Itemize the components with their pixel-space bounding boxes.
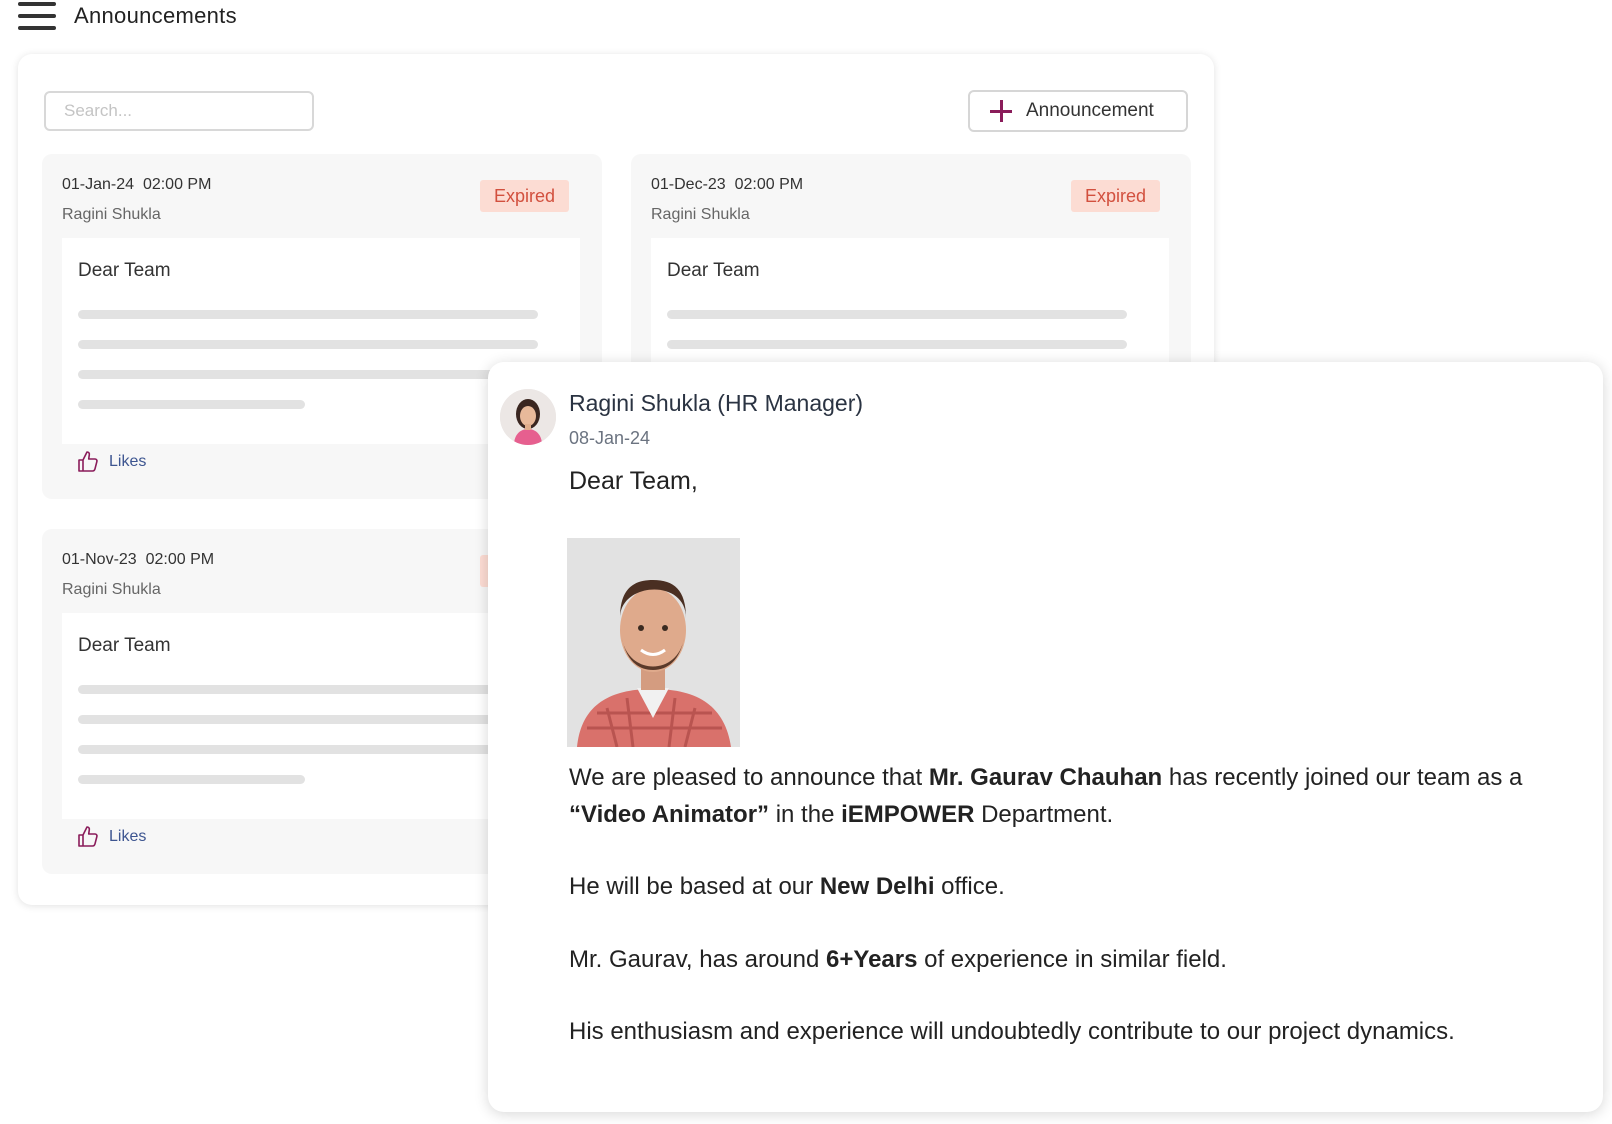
text-placeholder-line [667,310,1127,319]
announcement-paragraph: His enthusiasm and experience will undou… [569,1018,1455,1045]
text-placeholder-line [78,310,538,319]
card-greeting: Dear Team [78,635,171,656]
status-badge: Expired [1071,180,1161,212]
card-date: 01-Nov-23 [62,551,137,568]
popup-author-name: Ragini Shukla (HR Manager) [569,390,864,416]
card-datetime: 01-Jan-24 02:00 PM [62,176,211,194]
card-date: 01-Jan-24 [62,176,135,193]
card-author: Ragini Shukla [62,206,161,223]
popup-greeting: Dear Team, [569,467,698,495]
likes-label: Likes [109,453,147,470]
announcement-detail-popup: Ragini Shukla (HR Manager) 08-Jan-24 Dea… [488,362,1603,1112]
thumbs-up-icon [78,826,98,847]
card-datetime: 01-Dec-23 02:00 PM [651,176,803,194]
search-input[interactable] [44,91,314,131]
status-badge: Expired [480,180,570,212]
text-placeholder-line [78,745,538,754]
text-placeholder-line [78,685,538,694]
page-title: Announcements [74,3,237,28]
text-placeholder-line [78,775,305,784]
add-announcement-button[interactable]: Announcement [968,90,1188,132]
likes-button[interactable]: Likes [76,825,146,849]
likes-button[interactable]: Likes [76,450,146,474]
text-placeholder-line [78,400,305,409]
announcement-paragraph: Mr. Gaurav, has around 6+Years of experi… [569,946,1227,973]
popup-date: 08-Jan-24 [569,428,651,448]
announcement-paragraph: We are pleased to announce that Mr. Gaur… [569,764,1523,828]
text-placeholder-line [78,340,538,349]
card-greeting: Dear Team [78,260,171,281]
card-datetime: 01-Nov-23 02:00 PM [62,551,214,569]
avatar [500,389,556,445]
top-bar: Announcements [18,0,237,32]
card-time: 02:00 PM [734,176,804,193]
text-placeholder-line [78,370,538,379]
card-greeting: Dear Team [667,260,760,281]
text-placeholder-line [78,715,538,724]
card-time: 02:00 PM [145,551,215,568]
employee-photo [567,538,740,747]
add-announcement-label: Announcement [1026,100,1154,121]
announcement-paragraph: He will be based at our New Delhi office… [569,873,1005,900]
card-author: Ragini Shukla [651,206,750,223]
likes-label: Likes [109,828,147,845]
plus-icon [990,100,1012,122]
card-author: Ragini Shukla [62,581,161,598]
thumbs-up-icon [78,451,98,472]
hamburger-menu-icon[interactable] [18,2,56,30]
card-time: 02:00 PM [142,176,212,193]
card-date: 01-Dec-23 [651,176,726,193]
text-placeholder-line [667,340,1127,349]
